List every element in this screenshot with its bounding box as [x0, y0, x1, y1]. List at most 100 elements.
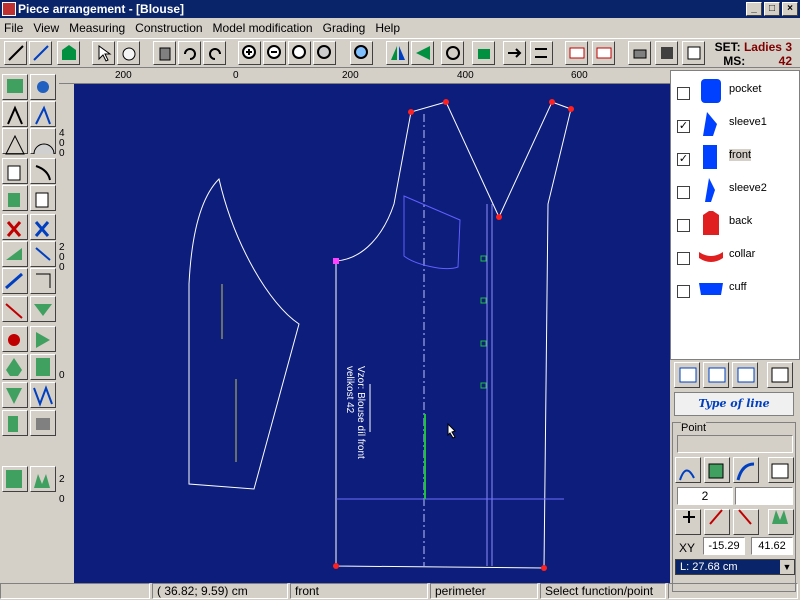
menu-grading[interactable]: Grading: [323, 21, 372, 35]
distribute-icon[interactable]: [530, 41, 553, 65]
flip-icon[interactable]: [411, 41, 434, 65]
piece-item-front[interactable]: ✓ front: [677, 141, 797, 171]
size-next-icon[interactable]: [592, 41, 615, 65]
add-point-icon[interactable]: [675, 509, 701, 535]
select-line-icon[interactable]: [4, 41, 27, 65]
piece-checkbox[interactable]: [677, 252, 690, 265]
redo-icon[interactable]: [203, 41, 226, 65]
piece-checkbox[interactable]: ✓: [677, 153, 690, 166]
close-button[interactable]: ×: [782, 2, 798, 16]
piece-checkbox[interactable]: ✓: [677, 120, 690, 133]
tape-tool-icon[interactable]: [30, 74, 56, 100]
angle-tool-icon[interactable]: [2, 128, 28, 154]
zigzag-tool-icon[interactable]: [30, 382, 56, 408]
menu-measuring[interactable]: Measuring: [69, 21, 131, 35]
print-icon[interactable]: [628, 41, 651, 65]
move-right-icon[interactable]: [503, 41, 526, 65]
chevron-down-icon[interactable]: ▼: [780, 560, 794, 574]
notch-tool-icon[interactable]: [2, 241, 28, 267]
maximize-button[interactable]: □: [764, 2, 780, 16]
piece-item-back[interactable]: back: [677, 207, 797, 237]
hand-tool-icon[interactable]: [2, 158, 28, 184]
measure-tool-icon[interactable]: [30, 101, 56, 127]
piece-checkbox[interactable]: [677, 219, 690, 232]
scissors-blue-icon[interactable]: [30, 214, 56, 240]
shape-tool-icon[interactable]: [30, 296, 56, 322]
pleat-tool-icon[interactable]: [2, 268, 28, 294]
piece-item-pocket[interactable]: pocket: [677, 75, 797, 105]
seam-tool-icon[interactable]: [2, 296, 28, 322]
protractor-tool-icon[interactable]: [30, 128, 56, 154]
pentagon-tool-icon[interactable]: [2, 354, 28, 380]
ruler-label: 0: [59, 370, 65, 381]
join-point-icon[interactable]: [733, 509, 759, 535]
arrow-pointer-icon[interactable]: [92, 41, 115, 65]
zoom-out-icon[interactable]: [263, 41, 286, 65]
pin-tool-icon[interactable]: [2, 410, 28, 436]
rotate-icon[interactable]: [441, 41, 464, 65]
point-extra-field[interactable]: [735, 487, 793, 505]
length-dropdown[interactable]: L: 27.68 cm ▼: [675, 559, 795, 575]
notch-point-icon[interactable]: [768, 509, 794, 535]
type-of-line-button[interactable]: Type of line: [674, 392, 794, 416]
scissors-icon[interactable]: [2, 214, 28, 240]
list-view2-icon[interactable]: [703, 362, 729, 388]
piece-checkbox[interactable]: [677, 186, 690, 199]
fold-tool-icon[interactable]: [30, 268, 56, 294]
drawing-canvas[interactable]: Vzor: Blouse díl front velikost 42: [74, 84, 670, 583]
x-coordinate-field[interactable]: -15.29: [703, 537, 745, 555]
triangle-tool-icon[interactable]: [2, 74, 28, 100]
piece-item-cuff[interactable]: cuff: [677, 273, 797, 303]
zoom-window-icon[interactable]: [350, 41, 373, 65]
list-view3-icon[interactable]: [732, 362, 758, 388]
list-view-icon[interactable]: [674, 362, 700, 388]
size-prev-icon[interactable]: [565, 41, 588, 65]
zoom-fit-icon[interactable]: [313, 41, 336, 65]
y-coordinate-field[interactable]: 41.62: [751, 537, 793, 555]
mirror-icon[interactable]: [386, 41, 409, 65]
split-point-icon[interactable]: [704, 509, 730, 535]
corner-point-icon[interactable]: [704, 457, 730, 483]
minimize-button[interactable]: _: [746, 2, 762, 16]
undo-icon[interactable]: [178, 41, 201, 65]
dart-tool-icon[interactable]: [2, 326, 28, 352]
point-name-field[interactable]: [677, 435, 793, 453]
curve-tool-icon[interactable]: [30, 158, 56, 184]
point-number-field[interactable]: 2: [677, 487, 733, 505]
piece-checkbox[interactable]: [677, 285, 690, 298]
piece-item-sleeve1[interactable]: ✓ sleeve1: [677, 108, 797, 138]
menu-construction[interactable]: Construction: [135, 21, 208, 35]
ms-value: 42: [778, 54, 792, 68]
piece-icon[interactable]: [57, 41, 80, 65]
button-tool-icon[interactable]: [2, 382, 28, 408]
table-icon[interactable]: [767, 362, 793, 388]
stamp-tool-icon[interactable]: [30, 410, 56, 436]
copy-piece-icon[interactable]: [2, 185, 28, 211]
hem-tool-icon[interactable]: [30, 466, 56, 492]
compass-tool-icon[interactable]: [2, 101, 28, 127]
save-icon[interactable]: [655, 41, 678, 65]
panel-tool-icon[interactable]: [30, 354, 56, 380]
cut-piece-icon[interactable]: [2, 466, 28, 492]
piece-item-sleeve2[interactable]: sleeve2: [677, 174, 797, 204]
piece-label-line2: velikost 42: [344, 366, 355, 414]
export-icon[interactable]: [682, 41, 705, 65]
zoom-in-icon[interactable]: [238, 41, 261, 65]
duplicate-piece-icon[interactable]: [30, 185, 56, 211]
menu-help[interactable]: Help: [375, 21, 406, 35]
menu-model-modification[interactable]: Model modification: [213, 21, 319, 35]
hand-icon[interactable]: [117, 41, 140, 65]
split-tool-icon[interactable]: [30, 241, 56, 267]
zoom-actual-icon[interactable]: [288, 41, 311, 65]
menu-file[interactable]: File: [4, 21, 29, 35]
place-piece-icon[interactable]: [472, 41, 495, 65]
point-table-icon[interactable]: [768, 457, 794, 483]
menu-view[interactable]: View: [33, 21, 65, 35]
edit-line-icon[interactable]: [29, 41, 52, 65]
piece-checkbox[interactable]: [677, 87, 690, 100]
curve-point-icon[interactable]: [675, 457, 701, 483]
trash-icon[interactable]: [153, 41, 176, 65]
grain-tool-icon[interactable]: [30, 326, 56, 352]
smooth-point-icon[interactable]: [733, 457, 759, 483]
piece-item-collar[interactable]: collar: [677, 240, 797, 270]
